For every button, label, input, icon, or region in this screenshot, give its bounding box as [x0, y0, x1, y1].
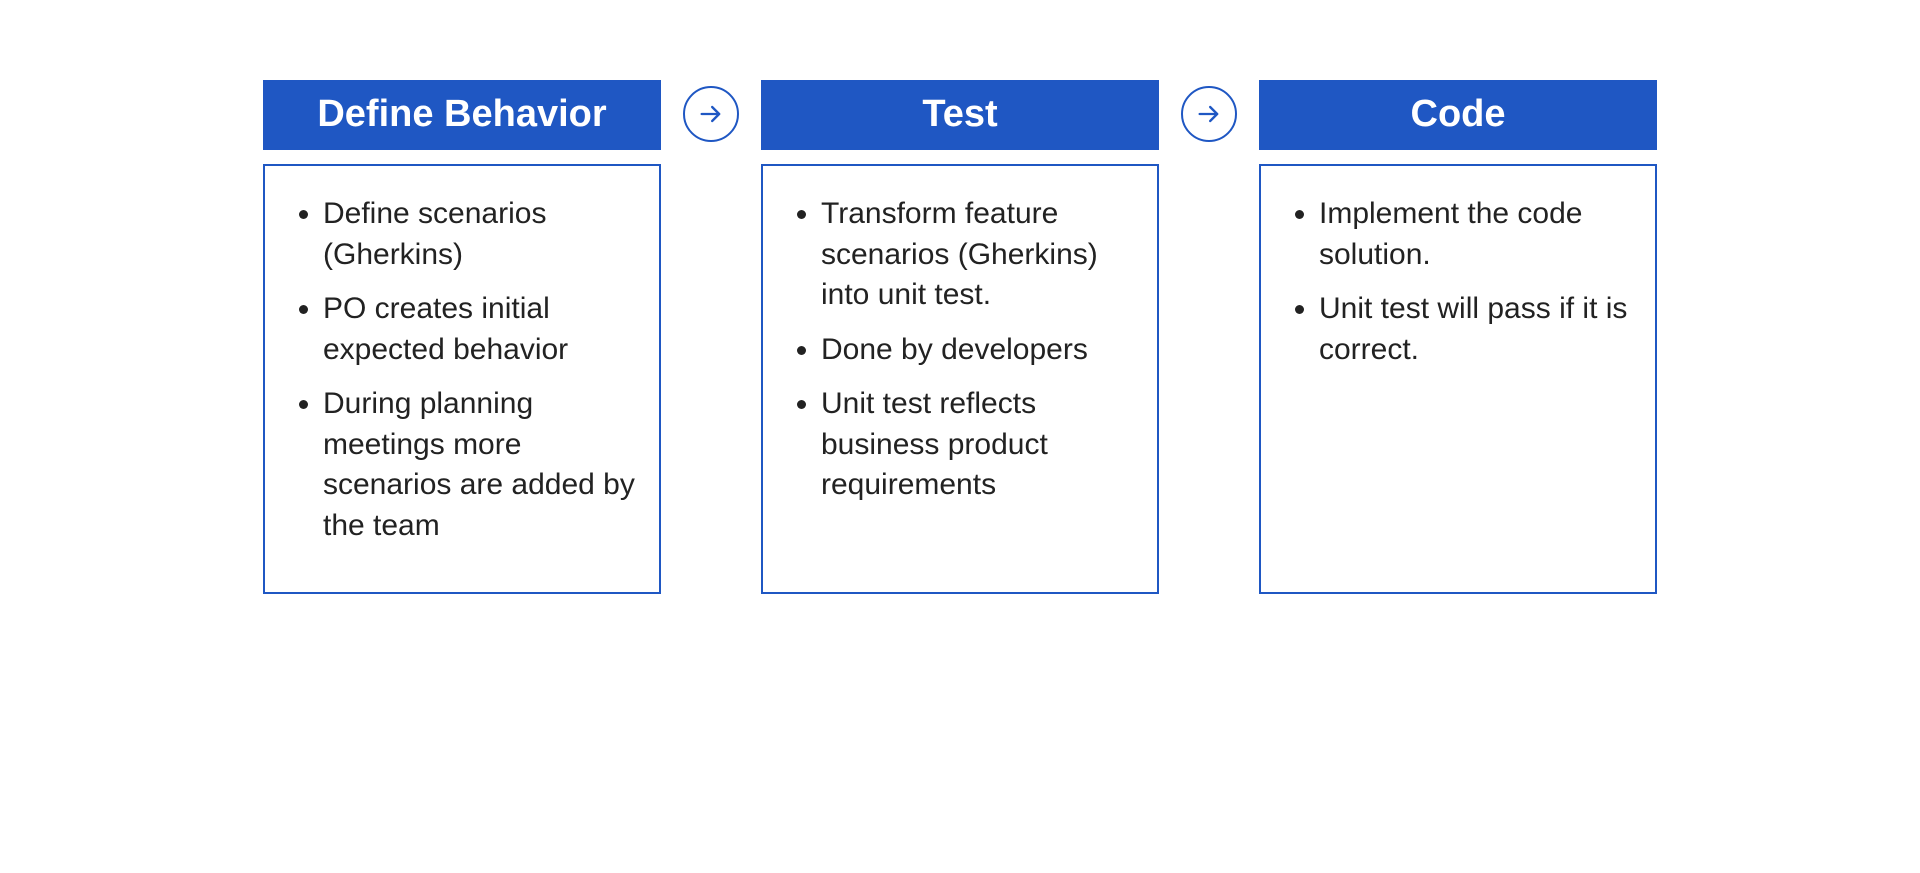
step-define-behavior: Define Behavior Define scenarios (Gherki…: [263, 80, 661, 594]
step-body: Define scenarios (Gherkins) PO creates i…: [263, 164, 661, 594]
step-list-item: Done by developers: [821, 330, 1133, 371]
step-list-item: During planning meetings more scenarios …: [323, 384, 635, 546]
step-list-item: Unit test will pass if it is correct.: [1319, 289, 1631, 370]
step-list: Define scenarios (Gherkins) PO creates i…: [289, 194, 635, 546]
step-list: Transform feature scenarios (Gherkins) i…: [787, 194, 1133, 506]
step-title: Code: [1259, 80, 1657, 150]
step-title: Define Behavior: [263, 80, 661, 150]
step-test: Test Transform feature scenarios (Gherki…: [761, 80, 1159, 594]
step-code: Code Implement the code solution. Unit t…: [1259, 80, 1657, 594]
step-title: Test: [761, 80, 1159, 150]
process-flow: Define Behavior Define scenarios (Gherki…: [0, 0, 1920, 594]
step-list: Implement the code solution. Unit test w…: [1285, 194, 1631, 370]
step-body: Implement the code solution. Unit test w…: [1259, 164, 1657, 594]
step-list-item: Define scenarios (Gherkins): [323, 194, 635, 275]
arrow-right-icon: [1181, 86, 1237, 142]
step-list-item: PO creates initial expected behavior: [323, 289, 635, 370]
step-body: Transform feature scenarios (Gherkins) i…: [761, 164, 1159, 594]
arrow-connector: [1179, 80, 1239, 142]
arrow-right-icon: [683, 86, 739, 142]
arrow-connector: [681, 80, 741, 142]
step-list-item: Transform feature scenarios (Gherkins) i…: [821, 194, 1133, 316]
step-list-item: Unit test reflects business product requ…: [821, 384, 1133, 506]
step-list-item: Implement the code solution.: [1319, 194, 1631, 275]
